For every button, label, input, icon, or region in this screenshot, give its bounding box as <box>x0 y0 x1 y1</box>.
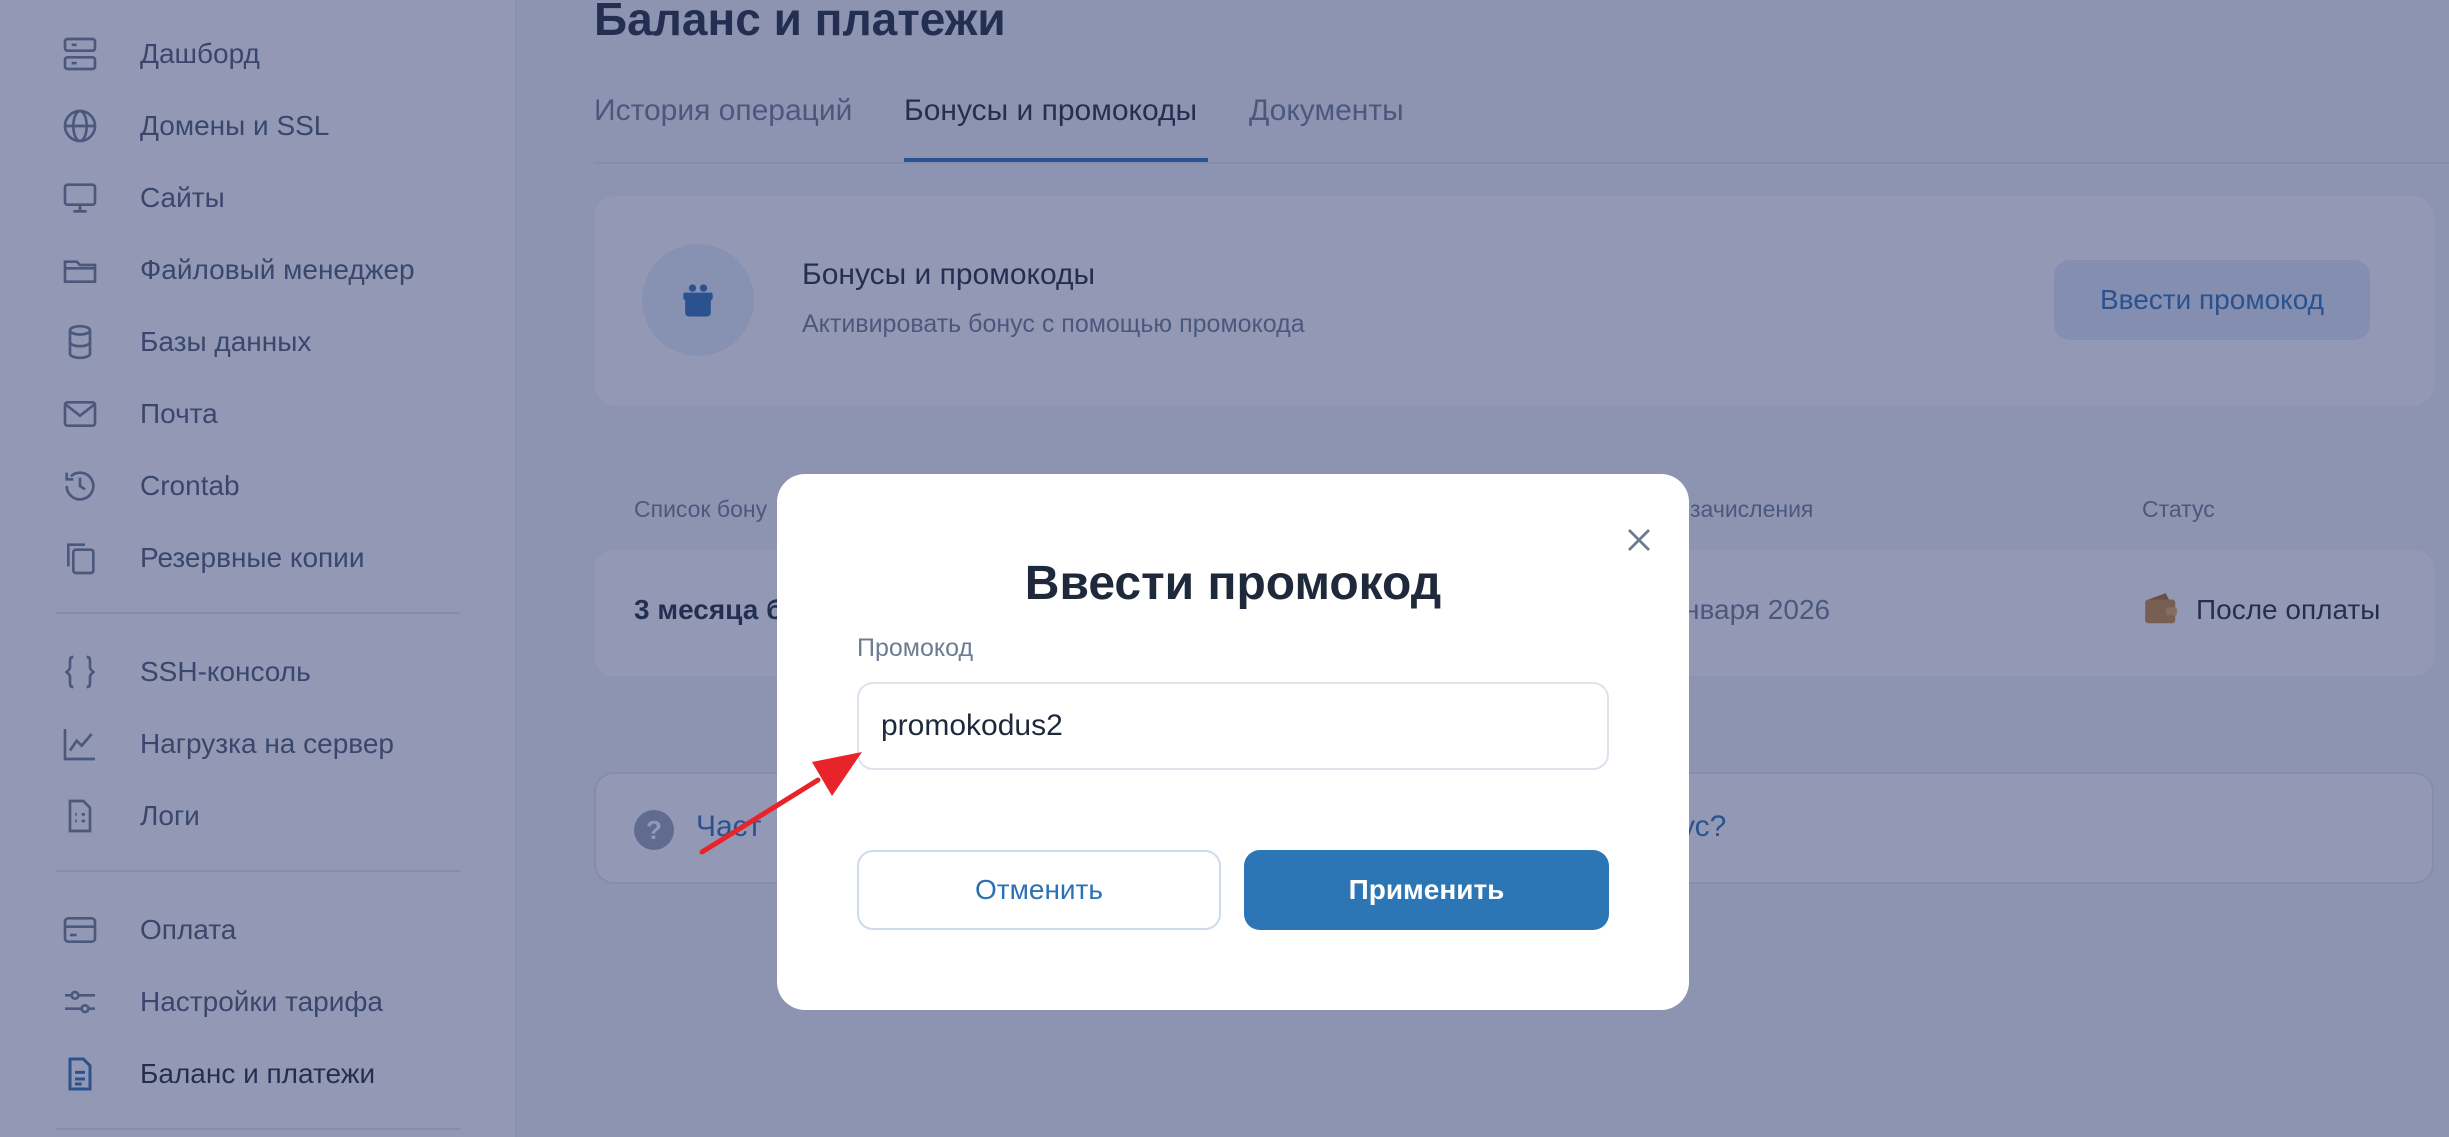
promo-field-label: Промокод <box>857 634 974 662</box>
annotation-arrow <box>699 752 862 855</box>
modal-title: Ввести промокод <box>1024 557 1442 610</box>
promo-modal: Ввести промокод Промокод Отменить Примен… <box>777 474 1689 1010</box>
promo-input[interactable] <box>857 682 1609 770</box>
cancel-button[interactable]: Отменить <box>857 850 1221 930</box>
apply-button[interactable]: Применить <box>1244 850 1609 930</box>
